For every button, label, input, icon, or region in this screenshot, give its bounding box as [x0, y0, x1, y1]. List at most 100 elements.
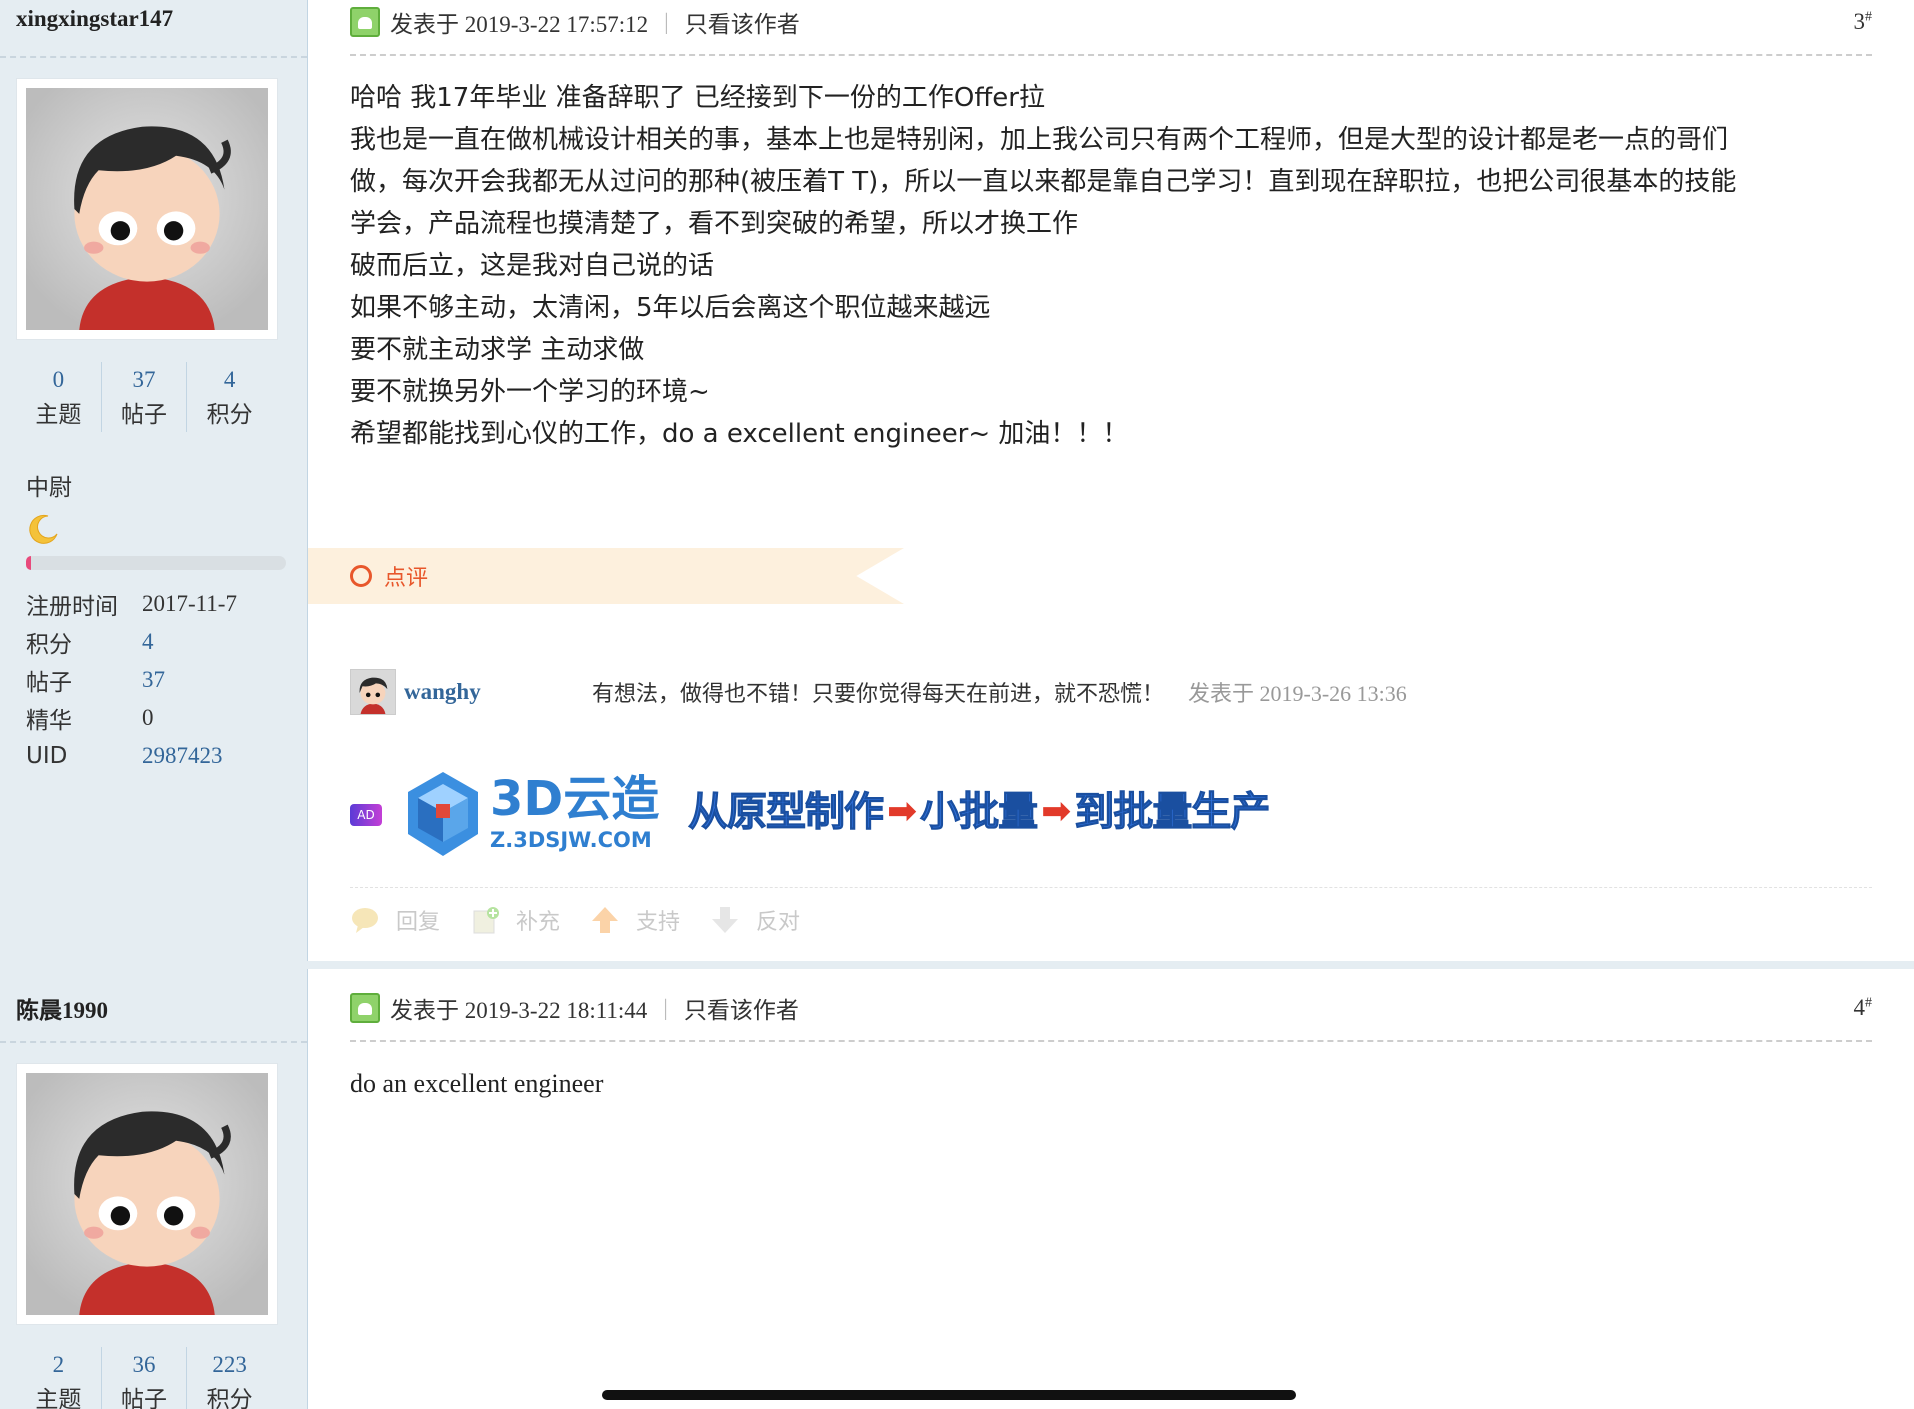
- stat-credits[interactable]: 223 积分: [187, 1347, 272, 1409]
- post-line: 要不就主动求学 主动求做: [350, 335, 645, 365]
- only-author-link[interactable]: 只看该作者: [685, 5, 800, 39]
- comment-section-tab: 点评: [308, 548, 904, 604]
- post-time: 发表于 2019-3-22 18:11:44: [390, 998, 648, 1023]
- stat-label: 帖子: [121, 402, 167, 428]
- stat-label: 积分: [206, 1387, 253, 1409]
- post-line: 做，每次开会我都无从过问的那种(被压着T T)，所以一直以来都是靠自己学习！直到…: [350, 167, 1737, 197]
- stat-value: 0: [52, 367, 65, 392]
- post-line: 如果不够主动，太清闲，5年以后会离这个职位越来越远: [350, 293, 991, 323]
- commenter-name[interactable]: wanghy: [404, 679, 592, 705]
- floor-number[interactable]: 3#: [1854, 9, 1873, 35]
- supplement-button[interactable]: 补充: [470, 904, 560, 936]
- author-username[interactable]: 陈晨1990: [16, 991, 108, 1025]
- stat-threads[interactable]: 2 主题: [16, 1347, 102, 1409]
- avatar[interactable]: [16, 1063, 278, 1325]
- stat-label: 主题: [35, 1387, 82, 1409]
- author-rank[interactable]: 中尉: [26, 468, 72, 502]
- floor-mark: #: [1865, 995, 1872, 1011]
- stat-threads[interactable]: 0 主题: [16, 362, 102, 432]
- stat-value: 37: [132, 367, 156, 392]
- oppose-button[interactable]: 反对: [710, 904, 800, 936]
- stat-value: 36: [132, 1352, 156, 1377]
- author-stats: 0 主题 37 帖子 4 积分: [16, 362, 272, 432]
- support-label: 支持: [636, 910, 681, 935]
- only-author-link[interactable]: 只看该作者: [684, 991, 799, 1025]
- ad-badge: AD: [350, 804, 382, 826]
- reply-icon: [352, 908, 378, 933]
- stat-posts[interactable]: 37 帖子: [102, 362, 188, 432]
- author-info: 注册时间 2017-11-7 积分 4 帖子 37 精华 0 UID 29874…: [26, 585, 296, 775]
- floor-value: 3: [1853, 9, 1866, 34]
- oppose-label: 反对: [756, 910, 801, 935]
- author-stats: 2 主题 36 帖子 223 积分: [16, 1347, 272, 1409]
- info-value: 2017-11-7: [142, 591, 237, 616]
- author-sidebar: xingxingstar147 0 主题 37 帖子 4 积分 中尉 注册时间 …: [0, 0, 308, 961]
- stat-posts[interactable]: 36 帖子: [102, 1347, 188, 1409]
- info-key: 积分: [26, 632, 72, 658]
- info-row-posts: 帖子 37: [26, 661, 296, 699]
- info-row-credits: 积分 4: [26, 623, 296, 661]
- info-key: 精华: [26, 708, 72, 734]
- comment-text: 有想法，做得也不错！只要你觉得每天在前进，就不恐慌！: [592, 682, 1165, 707]
- stat-value: 2: [52, 1352, 65, 1377]
- info-row-uid: UID 2987423: [26, 737, 296, 775]
- author-username[interactable]: xingxingstar147: [16, 6, 173, 32]
- commenter-avatar[interactable]: [350, 669, 396, 715]
- avatar-cartoon-icon: [26, 88, 268, 330]
- post-header: 发表于 2019-3-22 17:57:12 | 只看该作者 3#: [350, 2, 1872, 42]
- avatar[interactable]: [16, 78, 278, 340]
- header-separator: |: [663, 995, 668, 1020]
- stat-label: 积分: [206, 402, 253, 428]
- arrow-right-icon: ➡: [1041, 791, 1071, 832]
- stat-credits[interactable]: 4 积分: [187, 362, 272, 432]
- ad-banner[interactable]: 3D云造 Z.3DSJW.COM 从原型制作 ➡ 小批量 ➡ 到批量生产: [404, 768, 1334, 860]
- reply-button[interactable]: 回复: [350, 904, 440, 936]
- post-body: do an excellent engineer: [350, 1063, 1870, 1105]
- supplement-label: 补充: [516, 910, 561, 935]
- ad-slogan-part: 从原型制作: [688, 789, 885, 836]
- post-header: 发表于 2019-3-22 18:11:44 | 只看该作者 4#: [350, 988, 1872, 1028]
- post-image-icon: [350, 7, 380, 37]
- support-button[interactable]: 支持: [590, 904, 680, 936]
- post-time: 发表于 2019-3-22 17:57:12: [390, 12, 649, 37]
- header-divider: [350, 1040, 1872, 1042]
- info-key: UID: [26, 743, 68, 769]
- post-line: 我也是一直在做机械设计相关的事，基本上也是特别闲，加上我公司只有两个工程师，但是…: [350, 125, 1729, 155]
- header-separator: |: [664, 9, 669, 34]
- reply-label: 回复: [396, 910, 441, 935]
- rank-progress-fill: [26, 556, 32, 570]
- author-sidebar: 陈晨1990 2 主题 36 帖子 223 积分: [0, 969, 308, 1409]
- thumbs-down-icon: [712, 907, 739, 933]
- info-value[interactable]: 37: [142, 667, 165, 693]
- ad-slogan: 从原型制作 ➡ 小批量 ➡ 到批量生产: [688, 784, 1271, 840]
- floor-mark: #: [1865, 9, 1872, 25]
- post-line: 希望都能找到心仪的工作，do a excellent engineer~ 加油！…: [350, 419, 1129, 449]
- stat-label: 主题: [35, 402, 82, 428]
- actions-divider: [350, 887, 1872, 888]
- thumbs-up-icon: [592, 907, 619, 933]
- stat-label: 帖子: [121, 1387, 167, 1409]
- floor-number[interactable]: 4#: [1854, 995, 1873, 1021]
- info-value[interactable]: 2987423: [142, 743, 223, 769]
- floor-value: 4: [1853, 995, 1866, 1020]
- post-line: 学会，产品流程也摸清楚了，看不到突破的希望，所以才换工作: [350, 209, 1079, 239]
- info-key: 注册时间: [26, 594, 118, 620]
- post-line: 破而后立，这是我对自己说的话: [350, 251, 715, 281]
- arrow-right-icon: ➡: [887, 791, 917, 832]
- ring-icon: [350, 565, 372, 587]
- avatar-cartoon-icon: [26, 1073, 268, 1315]
- post-line: 哈哈 我17年毕业 准备辞职了 已经接到下一份的工作Offer拉: [350, 83, 1045, 113]
- info-row-digest: 精华 0: [26, 699, 296, 737]
- comment-item: wanghy 有想法，做得也不错！只要你觉得每天在前进，就不恐慌！ 发表于 20…: [350, 668, 1870, 716]
- info-row-register: 注册时间 2017-11-7: [26, 585, 296, 623]
- post-body: 哈哈 我17年毕业 准备辞职了 已经接到下一份的工作Offer拉 我也是一直在做…: [350, 77, 1870, 455]
- post-actions: 回复 补充 支持 反对: [350, 904, 830, 936]
- stat-value: 223: [212, 1352, 247, 1377]
- sidebar-divider: [0, 1041, 307, 1043]
- post-image-icon: [350, 993, 380, 1023]
- ad-slogan-part: 小批量: [920, 789, 1039, 836]
- info-value[interactable]: 4: [142, 629, 154, 655]
- header-divider: [350, 54, 1872, 56]
- comment-time: 发表于 2019-3-26 13:36: [1188, 681, 1407, 706]
- home-indicator[interactable]: [602, 1390, 1296, 1400]
